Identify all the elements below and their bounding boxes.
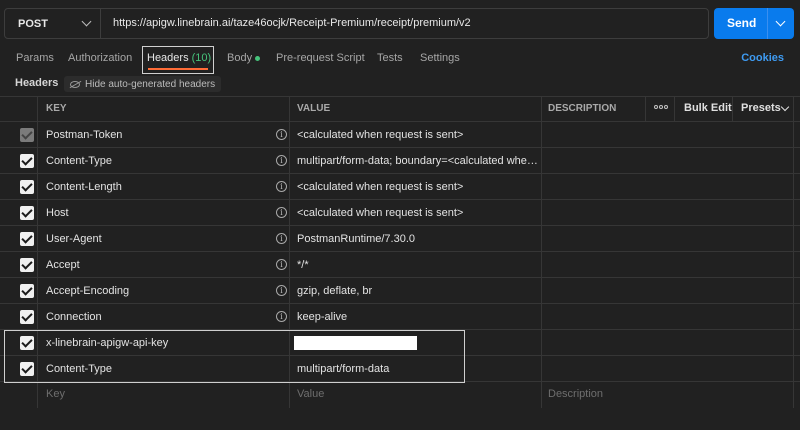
tab-headers-label: Headers — [147, 52, 189, 64]
table-row: User-Agent i PostmanRuntime/7.30.0 — [0, 226, 800, 252]
send-divider — [767, 8, 768, 39]
presets-dropdown[interactable]: Presets — [741, 102, 781, 114]
header-value: <calculated when request is sent> — [297, 181, 464, 193]
hide-auto-headers-label: Hide auto-generated headers — [85, 78, 216, 90]
column-header-description: DESCRIPTION — [548, 103, 617, 114]
table-row: Accept-Encoding i gzip, deflate, br — [0, 278, 800, 304]
info-icon[interactable]: i — [276, 129, 287, 140]
eye-off-icon — [70, 80, 80, 88]
headers-subheader: Headers Hide auto-generated headers — [0, 76, 800, 94]
table-row: Host i <calculated when request is sent> — [0, 200, 800, 226]
chevron-down-icon — [81, 16, 92, 27]
header-key: Content-Type — [46, 155, 113, 167]
tab-settings[interactable]: Settings — [420, 52, 460, 64]
header-enabled-checkbox[interactable] — [20, 206, 34, 220]
chevron-down-icon — [780, 102, 790, 112]
column-header-key: KEY — [46, 103, 67, 114]
header-value: multipart/form-data; boundary=<calculate… — [297, 155, 541, 167]
header-enabled-checkbox[interactable] — [20, 258, 34, 272]
header-value: PostmanRuntime/7.30.0 — [297, 233, 416, 245]
header-key: Accept-Encoding — [46, 285, 130, 297]
tab-tests[interactable]: Tests — [377, 52, 403, 64]
header-enabled-checkbox[interactable] — [20, 232, 34, 246]
header-key: Postman-Token — [46, 129, 123, 141]
header-enabled-checkbox — [20, 128, 34, 142]
info-icon[interactable]: i — [276, 233, 287, 244]
request-bar: POST https://apigw.linebrain.ai/taze46oc… — [4, 8, 794, 39]
info-icon[interactable]: i — [276, 259, 287, 270]
tab-authorization[interactable]: Authorization — [68, 52, 132, 64]
header-value: */* — [297, 259, 309, 271]
method-select[interactable]: POST — [5, 9, 101, 38]
headers-count-badge: (10) — [191, 52, 212, 64]
bulk-edit-button[interactable]: Bulk Edit — [684, 102, 732, 114]
header-enabled-checkbox[interactable] — [20, 180, 34, 194]
header-value: gzip, deflate, br — [297, 285, 373, 297]
value-input[interactable]: Value — [297, 388, 324, 400]
header-divider — [674, 96, 675, 121]
header-enabled-checkbox[interactable] — [20, 154, 34, 168]
user-headers-highlight — [4, 330, 465, 383]
table-row: Content-Length i <calculated when request … — [0, 174, 800, 200]
header-key: User-Agent — [46, 233, 102, 245]
info-icon[interactable]: i — [276, 181, 287, 192]
info-icon[interactable]: i — [276, 207, 287, 218]
header-key: Host — [46, 207, 69, 219]
header-enabled-checkbox[interactable] — [20, 310, 34, 324]
body-status-dot — [255, 55, 261, 61]
header-enabled-checkbox[interactable] — [20, 284, 34, 298]
info-icon[interactable]: i — [276, 155, 287, 166]
table-row: Postman-Token i <calculated when request i… — [0, 122, 800, 148]
tab-params[interactable]: Params — [16, 52, 54, 64]
hide-auto-headers-button[interactable]: Hide auto-generated headers — [64, 76, 222, 92]
header-divider — [645, 96, 646, 121]
tab-body-label: Body — [227, 52, 253, 64]
tab-body[interactable]: Body — [227, 52, 261, 64]
url-box: POST https://apigw.linebrain.ai/taze46oc… — [4, 8, 709, 39]
header-value: <calculated when request is sent> — [297, 129, 464, 141]
send-label: Send — [727, 16, 757, 30]
tab-headers[interactable]: Headers (10) — [147, 52, 211, 64]
table-row: Content-Type i multipart/form-data; bounda… — [0, 148, 800, 174]
column-header-value: VALUE — [297, 103, 331, 114]
request-tabs: Params Authorization Headers (10) Body P… — [0, 46, 800, 74]
key-input[interactable]: Key — [46, 388, 65, 400]
header-key: Accept — [46, 259, 80, 271]
table-row: Accept i */* — [0, 252, 800, 278]
header-key: Connection — [46, 311, 102, 323]
header-value: keep-alive — [297, 311, 348, 323]
url-input[interactable]: https://apigw.linebrain.ai/taze46ocjk/Re… — [113, 17, 471, 29]
header-key: Content-Length — [46, 181, 122, 193]
info-icon[interactable]: i — [276, 285, 287, 296]
active-tab-indicator — [148, 68, 208, 70]
method-label: POST — [18, 17, 48, 30]
new-header-row: Key Value Description — [0, 381, 800, 407]
header-value: <calculated when request is sent> — [297, 207, 464, 219]
description-input[interactable]: Description — [548, 388, 603, 400]
table-row: Connection i keep-alive — [0, 304, 800, 330]
tab-prerequest-script[interactable]: Pre-request Script — [276, 52, 365, 64]
more-options-icon[interactable] — [654, 105, 668, 109]
headers-section-label: Headers — [15, 77, 59, 89]
table-border — [0, 96, 800, 97]
info-icon[interactable]: i — [276, 311, 287, 322]
send-options-chevron-icon[interactable] — [775, 16, 786, 27]
cookies-link[interactable]: Cookies — [741, 52, 784, 64]
send-button[interactable]: Send — [714, 8, 794, 39]
header-divider — [732, 96, 733, 121]
